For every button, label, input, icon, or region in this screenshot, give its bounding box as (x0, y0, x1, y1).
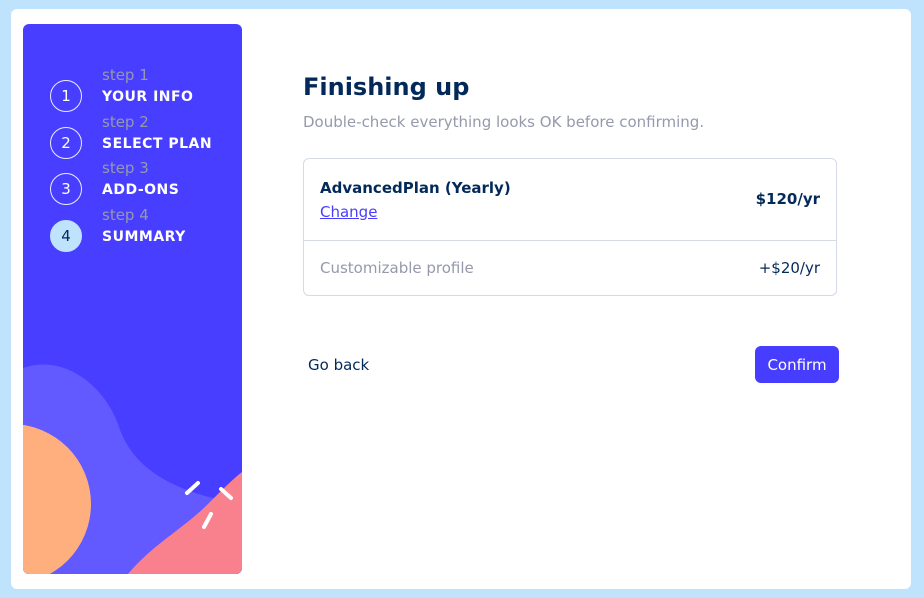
page-subtitle: Double-check everything looks OK before … (303, 113, 705, 131)
summary-divider (304, 240, 836, 241)
step-label: step 4 (102, 206, 149, 224)
step-title: ADD-ONS (102, 182, 180, 198)
addon-name: Customizable profile (320, 259, 474, 277)
plan-price: $120/yr (755, 190, 820, 208)
step-number: 3 (50, 173, 82, 205)
addon-price: +$20/yr (758, 259, 820, 277)
steps-sidebar: 1 step 1 YOUR INFO 2 step 2 SELECT PLAN … (23, 24, 242, 574)
step-title: SELECT PLAN (102, 136, 213, 152)
step-title: SUMMARY (102, 229, 186, 245)
order-summary: AdvancedPlan (Yearly) Change $120/yr Cus… (303, 158, 837, 296)
step-label: step 1 (102, 66, 149, 84)
plan-name: AdvancedPlan (Yearly) (320, 179, 511, 197)
step-number: 1 (50, 80, 82, 112)
change-plan-link[interactable]: Change (320, 203, 377, 221)
go-back-button[interactable]: Go back (308, 356, 369, 374)
step-label: step 3 (102, 159, 149, 177)
step-number: 2 (50, 127, 82, 159)
confirm-button[interactable]: Confirm (755, 346, 839, 383)
step-number-active: 4 (50, 220, 82, 252)
form-card: 1 step 1 YOUR INFO 2 step 2 SELECT PLAN … (11, 9, 911, 589)
page-title: Finishing up (303, 73, 470, 101)
step-title: YOUR INFO (102, 89, 194, 105)
step-label: step 2 (102, 113, 149, 131)
